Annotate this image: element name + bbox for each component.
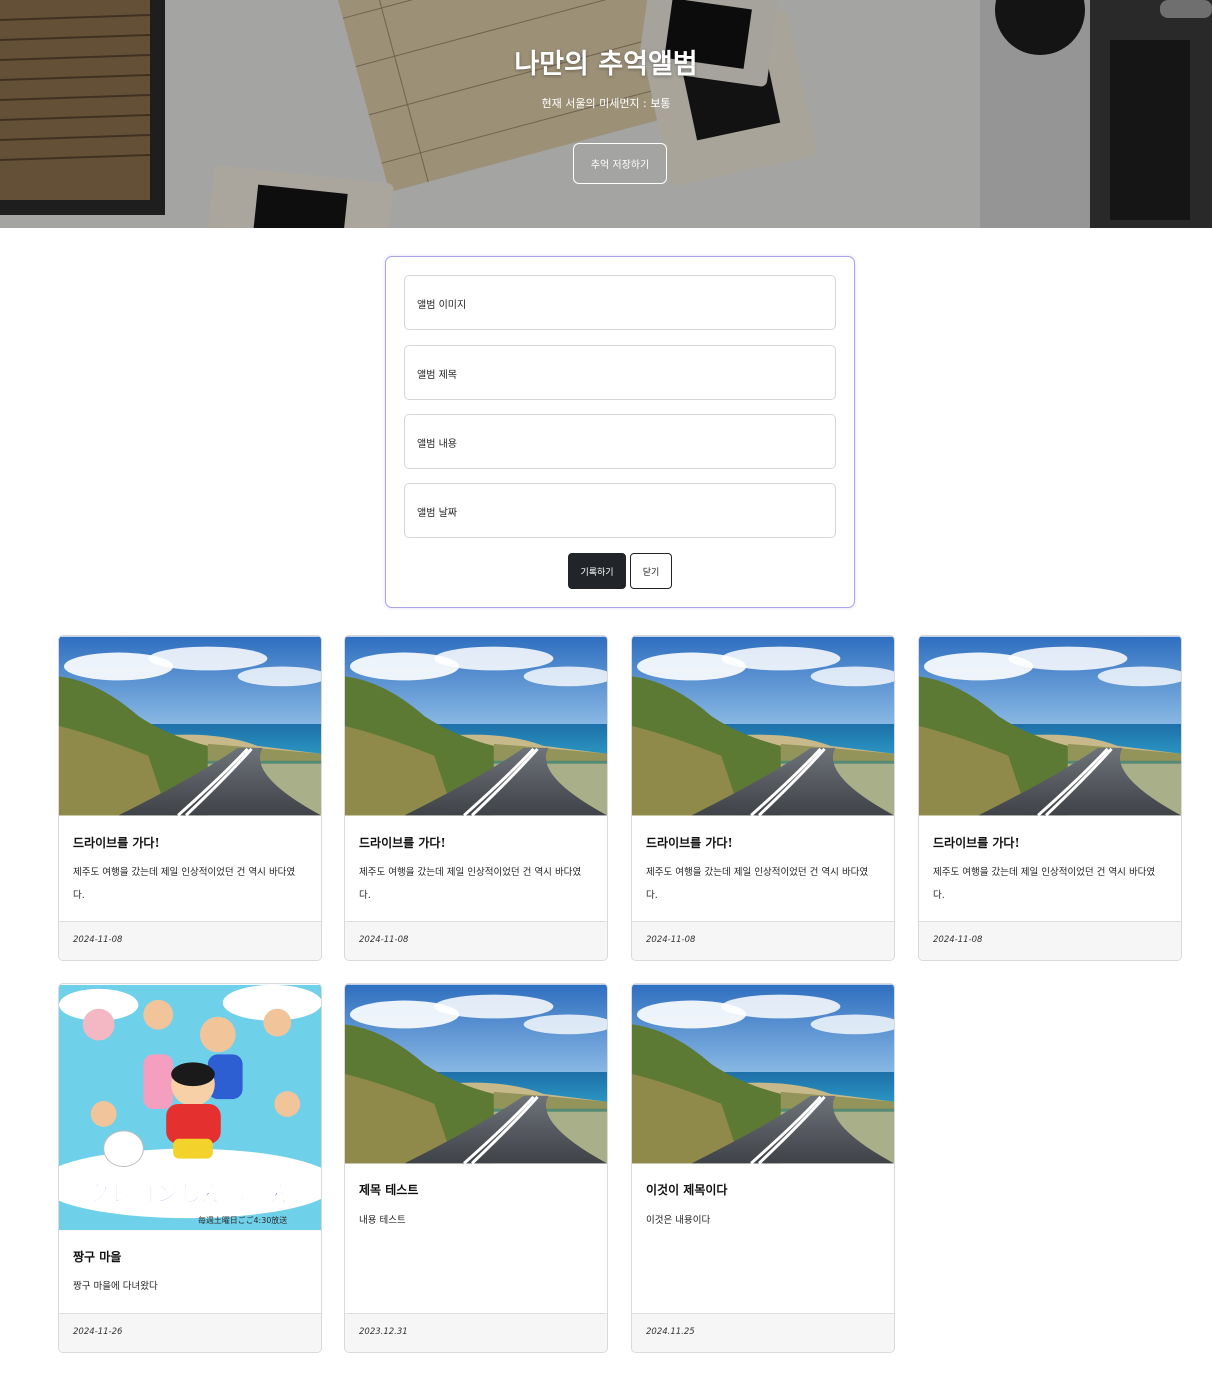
album-form: 앨범 이미지 앨범 제목 앨범 내용 앨범 날짜 기록하기 닫기: [385, 256, 855, 608]
coastal-road-image: [345, 984, 607, 1164]
album-card[interactable]: 드라이브를 가다! 제주도 여행을 갔는데 제일 인상적이었던 건 역시 바다였…: [58, 635, 322, 961]
coastal-road-image: [632, 984, 894, 1164]
album-content-field[interactable]: 앨범 내용: [404, 414, 836, 469]
card-date: 2024-11-08: [359, 935, 409, 945]
card-text: 이것은 내용이다: [646, 1215, 711, 1226]
page-title: 나만의 추억앨범: [514, 49, 698, 80]
card-date: 2024-11-08: [646, 935, 696, 945]
card-text: 내용 테스트: [359, 1215, 406, 1226]
album-title-label: 앨범 제목: [417, 370, 457, 381]
album-card[interactable]: 드라이브를 가다! 제주도 여행을 갔는데 제일 인상적이었던 건 역시 바다였…: [344, 635, 608, 961]
form-actions: 기록하기 닫기: [568, 553, 672, 589]
card-text: 제주도 여행을 갔는데 제일 인상적이었던 건 역시 바다였다.: [646, 867, 869, 901]
save-memory-button[interactable]: 추억 저장하기: [573, 143, 667, 184]
album-card[interactable]: 이것이 제목이다 이것은 내용이다 2024.11.25: [631, 983, 895, 1353]
card-footer: 2024-11-08: [345, 921, 607, 960]
crayon-shinchan-poster-image: クレヨンしんちゃん 毎週土曜日ごご4:30放送: [59, 984, 321, 1231]
album-card[interactable]: 제목 테스트 내용 테스트 2023.12.31: [344, 983, 608, 1353]
hero-banner: 나만의 추억앨범 현재 서울의 미세먼지 : 보통 추억 저장하기: [0, 0, 1212, 228]
card-text: 제주도 여행을 갔는데 제일 인상적이었던 건 역시 바다였다.: [933, 867, 1156, 901]
air-quality-status: 현재 서울의 미세먼지 : 보통: [541, 97, 671, 110]
album-date-label: 앨범 날짜: [417, 508, 457, 519]
coastal-road-image: [632, 636, 894, 816]
card-date: 2024-11-26: [73, 1327, 123, 1337]
card-text: 제주도 여행을 갔는데 제일 인상적이었던 건 역시 바다였다.: [73, 867, 296, 901]
album-image-field[interactable]: 앨범 이미지: [404, 275, 836, 330]
card-footer: 2024-11-08: [632, 921, 894, 960]
album-card[interactable]: クレヨンしんちゃん 毎週土曜日ごご4:30放送 짱구 마을 짱구 마을에 다녀왔…: [58, 983, 322, 1353]
card-text: 제주도 여행을 갔는데 제일 인상적이었던 건 역시 바다였다.: [359, 867, 582, 901]
poster-title-text: クレヨンしんちゃん: [87, 1181, 293, 1207]
album-date-field[interactable]: 앨범 날짜: [404, 483, 836, 538]
card-title: 드라이브를 가다!: [646, 836, 733, 850]
card-footer: 2024-11-26: [59, 1313, 321, 1352]
card-date: 2024.11.25: [646, 1327, 695, 1337]
card-title: 제목 테스트: [359, 1183, 419, 1197]
card-title: 짱구 마을: [73, 1250, 122, 1264]
coastal-road-image: [59, 636, 321, 816]
card-date: 2024-11-08: [933, 935, 983, 945]
card-title: 드라이브를 가다!: [933, 836, 1020, 850]
card-footer: 2024-11-08: [919, 921, 1181, 960]
album-card[interactable]: 드라이브를 가다! 제주도 여행을 갔는데 제일 인상적이었던 건 역시 바다였…: [918, 635, 1182, 961]
coastal-road-image: [919, 636, 1181, 816]
card-date: 2024-11-08: [73, 935, 123, 945]
card-date: 2023.12.31: [359, 1327, 408, 1337]
hero-overlay: [0, 0, 1212, 228]
card-text: 짱구 마을에 다녀왔다: [73, 1281, 158, 1292]
poster-caption-text: 毎週土曜日ごご4:30放送: [198, 1215, 287, 1225]
record-button[interactable]: 기록하기: [568, 553, 626, 589]
album-content-label: 앨범 내용: [417, 439, 457, 450]
coastal-road-image: [345, 636, 607, 816]
card-footer: 2023.12.31: [345, 1313, 607, 1352]
card-title: 이것이 제목이다: [646, 1183, 728, 1197]
album-card[interactable]: 드라이브를 가다! 제주도 여행을 갔는데 제일 인상적이었던 건 역시 바다였…: [631, 635, 895, 961]
close-button[interactable]: 닫기: [630, 553, 672, 589]
album-title-field[interactable]: 앨범 제목: [404, 345, 836, 400]
card-footer: 2024-11-08: [59, 921, 321, 960]
card-footer: 2024.11.25: [632, 1313, 894, 1352]
card-title: 드라이브를 가다!: [359, 836, 446, 850]
card-title: 드라이브를 가다!: [73, 836, 160, 850]
album-image-label: 앨범 이미지: [417, 300, 467, 311]
